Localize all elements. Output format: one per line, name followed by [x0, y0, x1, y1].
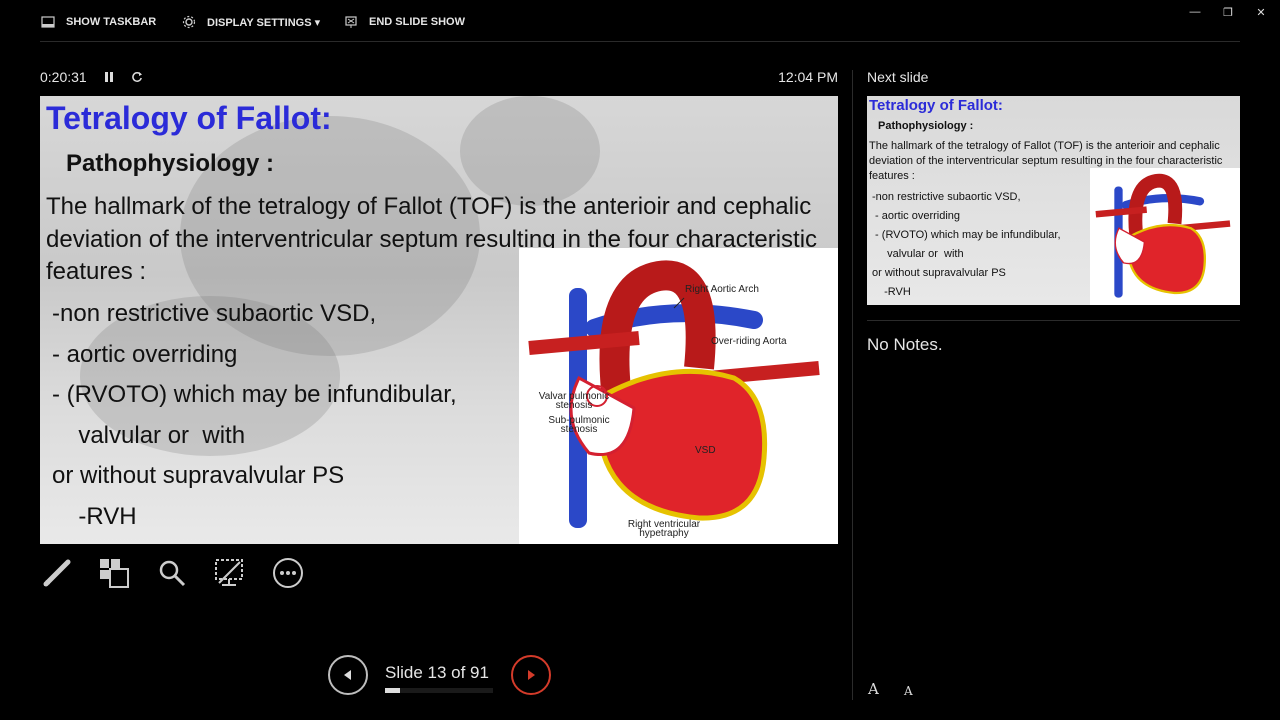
top-toolbar: SHOW TASKBAR DISPLAY SETTINGS ▾ END SLID…	[0, 0, 1280, 42]
slide-progress-bar	[385, 688, 493, 693]
minimize-icon: —	[1189, 6, 1201, 18]
bullet-item: - (RVOTO) which may be infundibular,	[52, 381, 457, 408]
label-overriding-aorta: Over-riding Aorta	[711, 336, 787, 347]
next-arrow-icon	[528, 670, 535, 680]
heart-diagram: Right Aortic Arch Over-riding Aorta Valv…	[519, 248, 838, 544]
current-slide: Tetralogy of Fallot: Pathophysiology : T…	[40, 96, 838, 544]
increase-font-button[interactable]: A	[868, 680, 879, 698]
more-options-button[interactable]	[271, 556, 305, 590]
magnifier-icon	[159, 560, 186, 587]
background-shape	[460, 96, 600, 206]
bullet-item: - aortic overriding	[872, 210, 961, 222]
heart-diagram-thumbnail	[1095, 173, 1231, 298]
end-slide-show-button[interactable]: END SLIDE SHOW	[343, 12, 465, 32]
label-vsd: VSD	[695, 445, 716, 456]
label-subpulmonic-stenosis: Sub-pulmonic stenosis	[548, 415, 610, 435]
display-settings-icon	[181, 15, 197, 29]
end-slide-show-label: END SLIDE SHOW	[369, 16, 465, 28]
reset-timer-button[interactable]	[128, 68, 146, 86]
bullet-item: -RVH	[65, 502, 137, 530]
zoom-button[interactable]	[155, 556, 189, 590]
slide-subtitle: Pathophysiology :	[66, 150, 275, 177]
more-icon	[273, 558, 303, 588]
minimize-button[interactable]: —	[1180, 4, 1210, 20]
pen-icon	[43, 559, 71, 587]
pen-tool-button[interactable]	[40, 556, 74, 590]
elapsed-timer: 0:20:31	[40, 69, 87, 85]
next-slide-subtitle: Pathophysiology :	[878, 120, 974, 132]
bullet-item: - (RVOTO) which may be infundibular,	[872, 229, 1061, 241]
display-settings-button[interactable]: DISPLAY SETTINGS ▾	[181, 12, 320, 32]
toolbar-divider	[40, 41, 1240, 42]
bullet-item: - aortic overriding	[52, 340, 238, 368]
bullet-item: -non restrictive subaortic VSD,	[872, 191, 1021, 203]
black-screen-button[interactable]	[212, 556, 246, 590]
slide-counter: Slide 13 of 91	[385, 663, 489, 682]
previous-arrow-icon	[344, 670, 351, 680]
bullet-item: valvular or with	[65, 421, 246, 449]
speaker-notes: No Notes.	[867, 335, 943, 354]
slide-bullet-list: -non restrictive subaortic VSD, - aortic…	[52, 294, 457, 537]
close-button[interactable]: ✕	[1246, 4, 1276, 20]
restart-icon	[132, 72, 142, 82]
close-icon: ✕	[1256, 6, 1266, 19]
font-increase-icon: A	[868, 680, 879, 698]
restore-icon: ❐	[1223, 6, 1233, 19]
see-all-slides-button[interactable]	[97, 556, 131, 590]
show-taskbar-label: SHOW TASKBAR	[66, 16, 157, 28]
display-settings-label: DISPLAY SETTINGS ▾	[207, 16, 321, 29]
next-slide-thumbnail[interactable]: Tetralogy of Fallot: Pathophysiology : T…	[867, 96, 1240, 305]
label-right-aortic-arch: Right Aortic Arch	[685, 284, 759, 295]
next-slide-diagram	[1090, 168, 1240, 305]
panel-divider	[852, 70, 853, 700]
bullet-item: -non restrictive subaortic VSD,	[52, 300, 377, 327]
pause-timer-button[interactable]	[100, 68, 118, 86]
notes-divider	[867, 320, 1240, 321]
font-decrease-icon: A	[904, 684, 913, 698]
show-taskbar-button[interactable]: SHOW TASKBAR	[40, 12, 156, 32]
screen-off-icon	[215, 559, 243, 586]
taskbar-icon	[40, 15, 56, 29]
previous-slide-button[interactable]	[328, 655, 368, 695]
next-slide-title: Tetralogy of Fallot:	[869, 97, 1003, 114]
current-time: 12:04 PM	[778, 69, 838, 85]
bullet-item: or without supravalvular PS	[52, 462, 345, 489]
next-slide-label: Next slide	[867, 69, 929, 85]
restore-button[interactable]: ❐	[1213, 4, 1243, 20]
decrease-font-button[interactable]: A	[904, 684, 913, 698]
next-slide-bullets: -non restrictive subaortic VSD, - aortic…	[872, 188, 1061, 302]
bullet-item: valvular or with	[878, 248, 964, 260]
label-rvh: Right ventricular hypetraphy	[627, 519, 701, 539]
pause-icon	[105, 72, 113, 82]
end-show-icon	[343, 15, 359, 29]
label-valvar-pulmonic-stenosis: Valvar pulmonic stenosis	[538, 391, 610, 411]
slide-title: Tetralogy of Fallot:	[46, 100, 332, 136]
next-slide-button[interactable]	[511, 655, 551, 695]
bullet-item: or without supravalvular PS	[872, 267, 1006, 279]
slides-grid-icon	[100, 559, 129, 588]
bullet-item: -RVH	[878, 286, 911, 298]
slide-progress-fill	[385, 688, 401, 693]
